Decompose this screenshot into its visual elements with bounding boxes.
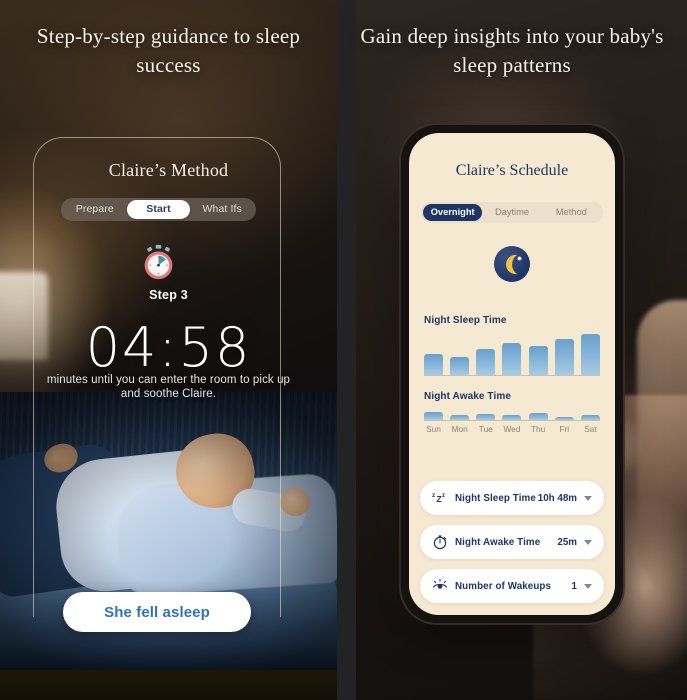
stat-label: Night Sleep Time [455,492,536,504]
stat-label: Number of Wakeups [455,580,552,592]
tab-what-ifs[interactable]: What Ifs [190,200,254,219]
chart-bar [580,333,600,375]
day-label: Fri [559,424,570,434]
tab-start[interactable]: Start [126,200,191,219]
chevron-down-icon[interactable] [584,583,592,589]
svg-text:Z: Z [437,494,442,504]
panel-divider [337,0,356,700]
chart-bar [502,415,522,420]
day-label: Tue [478,424,493,434]
chart-bar [424,411,443,420]
method-tab-group[interactable]: Prepare Start What Ifs [61,198,256,221]
chart-bar [580,415,600,420]
eye-open-icon [432,578,448,594]
she-fell-asleep-button[interactable]: She fell asleep [63,592,251,632]
chart-bar [450,357,470,375]
chart-bar [450,415,470,420]
countdown-timer: 04:58 [85,316,252,379]
chart-bar [554,338,574,375]
chart-bar [528,345,548,375]
day-label: Wed [503,424,521,434]
tab-method[interactable]: Method [542,204,601,221]
section-label-night-sleep: Night Sleep Time [424,315,507,326]
stat-value: 25m [557,536,577,548]
chevron-down-icon[interactable] [584,539,592,545]
chart-bar [528,412,548,420]
svg-text:z: z [442,493,445,499]
stat-row-night-sleep-time[interactable]: z Z z Night Sleep Time 10h 48m [420,481,604,515]
day-label: Sat [584,424,597,434]
zzz-icon: z Z z [432,490,448,506]
stat-value: 1 [571,580,577,592]
schedule-title: Claire’s Schedule [455,162,569,179]
thumb [637,300,687,600]
tab-daytime[interactable]: Daytime [482,204,541,221]
day-label: Thu [530,424,546,434]
day-label: Sun [426,424,441,434]
right-promo-panel: Gain deep insights into your baby's slee… [337,0,687,700]
chart-bar [476,414,496,420]
schedule-tab-group[interactable]: Overnight Daytime Method [421,202,603,223]
stopwatch-icon [140,244,177,281]
night-awake-time-chart [424,407,600,421]
tab-overnight[interactable]: Overnight [423,204,483,221]
chart-bar [476,348,496,375]
stat-label: Night Awake Time [455,536,541,548]
phone-mockup: Claire’s Schedule Overnight Daytime Meth… [401,125,623,623]
stat-row-night-awake-time[interactable]: Night Awake Time 25m [420,525,604,559]
method-card-title: Claire’s Method [108,160,229,180]
left-promo-panel: Step-by-step guidance to sleep success C… [0,0,337,700]
day-label: Mon [451,424,468,434]
crescent-moon-icon [494,246,530,282]
chart-bar [424,353,443,375]
chart-day-axis: Sun Mon Tue Wed Thu Fri Sat [424,424,600,434]
promo-screenshot: Step-by-step guidance to sleep success C… [0,0,687,700]
svg-text:z: z [432,492,436,499]
night-sleep-time-chart [424,331,600,376]
tab-prepare[interactable]: Prepare [63,200,127,219]
chevron-down-icon[interactable] [584,495,592,501]
chart-bar [502,342,522,375]
phone-screen: Claire’s Schedule Overnight Daytime Meth… [409,133,615,615]
countdown-caption: minutes until you can enter the room to … [46,374,291,400]
section-label-night-awake: Night Awake Time [424,391,511,402]
chart-bar [554,417,574,420]
stat-value: 10h 48m [537,492,577,504]
step-label: Step 3 [149,288,188,302]
stopwatch-icon [432,534,448,550]
right-headline: Gain deep insights into your baby's slee… [360,24,664,77]
stat-row-number-of-wakeups[interactable]: Number of Wakeups 1 [420,569,604,603]
